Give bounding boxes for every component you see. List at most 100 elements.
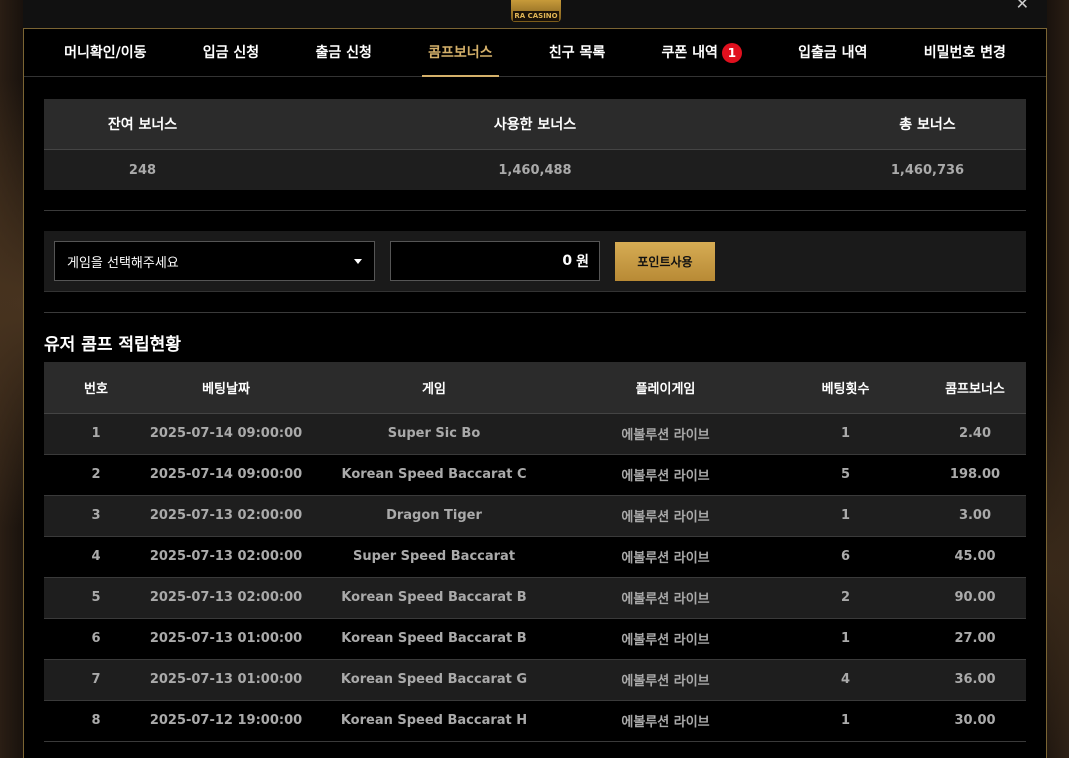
cell-number: 1 [91, 426, 101, 441]
summary-value-row: 248 1,460,488 1,460,736 [44, 150, 1026, 190]
cell-bet-date: 2025-07-13 02:00:00 [149, 590, 303, 605]
cell-provider: 에볼루션 라이브 [621, 428, 710, 443]
cell-bet-count: 5 [840, 467, 851, 482]
cell-provider: 에볼루션 라이브 [621, 510, 710, 525]
remaining-bonus-value: 248 [128, 162, 157, 178]
tab-coupons[interactable]: 쿠폰 내역 1 [655, 29, 747, 77]
tab-money-check[interactable]: 머니확인/이동 [58, 29, 152, 77]
point-amount-input[interactable]: 0 원 [390, 241, 600, 281]
cell-number: 5 [91, 590, 101, 605]
cell-number: 3 [91, 508, 101, 523]
cell-provider: 에볼루션 라이브 [621, 592, 710, 607]
cell-bet-count: 1 [840, 631, 851, 646]
cell-bet-count: 1 [840, 713, 851, 728]
cell-bet-date: 2025-07-13 01:00:00 [149, 631, 303, 646]
point-use-form: 게임을 선택해주세요 0 원 포인트사용 [44, 231, 1026, 292]
cell-comp-bonus: 45.00 [954, 549, 996, 564]
col-provider: 플레이게임 [564, 362, 767, 414]
cell-comp-bonus: 2.40 [958, 426, 992, 441]
close-icon[interactable]: ✕ [1016, 0, 1029, 13]
table-row: 6 2025-07-13 01:00:00 Korean Speed Bacca… [44, 618, 1026, 659]
bonus-summary: 잔여 보너스 사용한 보너스 총 보너스 248 1,460,488 1,460… [44, 99, 1026, 190]
tab-friends[interactable]: 친구 목록 [543, 29, 611, 77]
cell-provider: 에볼루션 라이브 [621, 674, 710, 689]
section-title: 유저 콤프 적립현황 [44, 312, 1026, 362]
cell-provider: 에볼루션 라이브 [621, 469, 710, 484]
caret-down-icon [354, 258, 362, 264]
use-points-button[interactable]: 포인트사용 [615, 241, 715, 281]
cell-comp-bonus: 36.00 [954, 672, 996, 687]
comp-bonus-content: 잔여 보너스 사용한 보너스 총 보너스 248 1,460,488 1,460… [44, 99, 1026, 742]
cell-comp-bonus: 198.00 [949, 467, 1001, 482]
cell-game: Korean Speed Baccarat B [341, 590, 527, 605]
table-row: 4 2025-07-13 02:00:00 Super Speed Baccar… [44, 536, 1026, 577]
table-row: 3 2025-07-13 02:00:00 Dragon Tiger 에볼루션 … [44, 495, 1026, 536]
tab-deposit[interactable]: 입금 신청 [197, 29, 265, 77]
comp-history-table: 번호 베팅날짜 게임 플레이게임 베팅횟수 콤프보너스 1 2025-07-14… [44, 362, 1026, 742]
divider [44, 210, 1026, 211]
tab-label: 입금 신청 [202, 44, 260, 61]
tab-label: 친구 목록 [548, 44, 606, 61]
cell-bet-date: 2025-07-12 19:00:00 [149, 713, 303, 728]
cell-provider: 에볼루션 라이브 [621, 551, 710, 566]
modal-frame: 머니확인/이동 입금 신청 출금 신청 콤프보너스 친구 목록 쿠폰 내역 1 입… [23, 28, 1047, 758]
cell-comp-bonus: 3.00 [958, 508, 992, 523]
amount-value: 0 [562, 253, 573, 269]
cell-bet-count: 2 [840, 590, 851, 605]
cell-bet-date: 2025-07-13 02:00:00 [149, 508, 303, 523]
cell-game: Korean Speed Baccarat B [341, 631, 527, 646]
cell-number: 2 [91, 467, 101, 482]
table-header-row: 번호 베팅날짜 게임 플레이게임 베팅횟수 콤프보너스 [44, 362, 1026, 414]
used-bonus-value: 1,460,488 [498, 162, 572, 178]
col-number: 번호 [44, 362, 148, 414]
table-row: 2 2025-07-14 09:00:00 Korean Speed Bacca… [44, 454, 1026, 495]
table-row: 8 2025-07-12 19:00:00 Korean Speed Bacca… [44, 700, 1026, 741]
cell-number: 6 [91, 631, 101, 646]
table-row: 5 2025-07-13 02:00:00 Korean Speed Bacca… [44, 577, 1026, 618]
cell-game: Korean Speed Baccarat C [341, 467, 527, 482]
cell-game: Korean Speed Baccarat H [340, 713, 528, 728]
used-bonus-header: 사용한 보너스 [493, 117, 577, 133]
tab-label: 입출금 내역 [798, 44, 868, 61]
cell-provider: 에볼루션 라이브 [621, 633, 710, 648]
tab-comp-bonus[interactable]: 콤프보너스 [422, 29, 499, 77]
total-bonus-header: 총 보너스 [899, 117, 956, 133]
tab-bar: 머니확인/이동 입금 신청 출금 신청 콤프보너스 친구 목록 쿠폰 내역 1 입… [24, 29, 1046, 77]
game-select[interactable]: 게임을 선택해주세요 [54, 241, 375, 281]
tab-transactions[interactable]: 입출금 내역 [792, 29, 873, 77]
cell-comp-bonus: 30.00 [954, 713, 996, 728]
tab-label: 머니확인/이동 [64, 44, 147, 61]
cell-comp-bonus: 90.00 [954, 590, 996, 605]
tab-change-password[interactable]: 비밀번호 변경 [918, 29, 1012, 77]
cell-bet-count: 1 [840, 508, 851, 523]
cell-game: Super Speed Baccarat [352, 549, 516, 564]
cell-game: Dragon Tiger [386, 508, 482, 523]
cell-number: 8 [91, 713, 101, 728]
cell-bet-date: 2025-07-14 09:00:00 [149, 467, 303, 482]
cell-bet-count: 6 [840, 549, 851, 564]
cell-bet-date: 2025-07-14 09:00:00 [149, 426, 303, 441]
cell-number: 7 [91, 672, 101, 687]
amount-unit: 원 [576, 254, 589, 270]
total-bonus-value: 1,460,736 [890, 162, 965, 178]
cell-number: 4 [91, 549, 101, 564]
col-game: 게임 [304, 362, 564, 414]
casino-logo: RA CASINO [511, 0, 561, 22]
cell-game: Super Sic Bo [387, 426, 481, 441]
tab-withdraw[interactable]: 출금 신청 [309, 29, 377, 77]
cell-bet-date: 2025-07-13 02:00:00 [149, 549, 303, 564]
cell-provider: 에볼루션 라이브 [621, 715, 710, 730]
cell-game: Korean Speed Baccarat G [340, 672, 528, 687]
cell-bet-count: 4 [840, 672, 851, 687]
summary-header-row: 잔여 보너스 사용한 보너스 총 보너스 [44, 99, 1026, 150]
logo-text: RA CASINO [513, 11, 559, 21]
table-row: 7 2025-07-13 01:00:00 Korean Speed Bacca… [44, 659, 1026, 700]
remaining-bonus-header: 잔여 보너스 [107, 117, 178, 133]
coupon-count-badge: 1 [721, 42, 742, 63]
modal-header: RA CASINO ✕ [23, 0, 1047, 28]
tab-label: 비밀번호 변경 [923, 44, 1006, 61]
table-row: 1 2025-07-14 09:00:00 Super Sic Bo 에볼루션 … [44, 413, 1026, 454]
cell-bet-date: 2025-07-13 01:00:00 [149, 672, 303, 687]
my-page-modal: RA CASINO ✕ 머니확인/이동 입금 신청 출금 신청 콤프보너스 친구… [23, 0, 1047, 758]
game-select-value: 게임을 선택해주세요 [67, 255, 179, 271]
